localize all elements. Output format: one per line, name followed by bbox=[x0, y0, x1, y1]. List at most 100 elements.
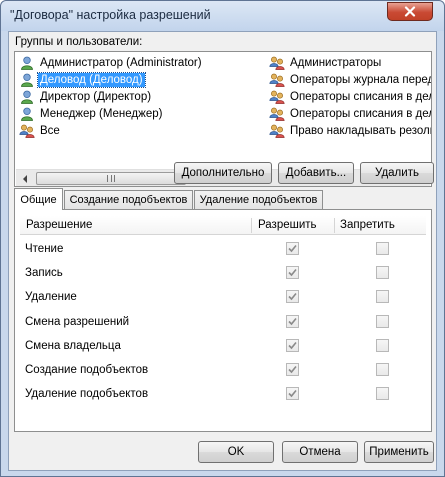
principal-item-label: Менеджер (Менеджер) bbox=[40, 107, 163, 120]
group-icon bbox=[269, 107, 285, 121]
permission-row: Удаление подобъектов bbox=[20, 380, 426, 404]
deny-checkbox[interactable] bbox=[376, 290, 389, 304]
user-icon bbox=[19, 56, 35, 71]
allow-checkbox[interactable] bbox=[286, 290, 299, 304]
groups-column: Администраторы Операторы журнала передач О… bbox=[269, 55, 431, 139]
group-list-item[interactable]: Операторы журнала передач bbox=[269, 72, 431, 89]
permission-row: Чтение bbox=[20, 235, 426, 259]
user-icon bbox=[19, 90, 35, 104]
permission-name: Смена разрешений bbox=[25, 315, 130, 328]
cancel-button[interactable]: Отмена bbox=[282, 441, 358, 463]
scroll-left-button[interactable] bbox=[16, 170, 33, 187]
group-icon bbox=[19, 124, 35, 138]
group-list-item[interactable]: Право накладывать резолюции bbox=[269, 122, 431, 139]
deny-checkbox[interactable] bbox=[376, 387, 389, 401]
allow-checkbox[interactable] bbox=[286, 362, 299, 376]
principal-list-item[interactable]: Менеджер (Менеджер) bbox=[19, 105, 259, 122]
permissions-dialog: "Договора" настройка разрешений Группы и… bbox=[0, 0, 445, 477]
checkmark-icon bbox=[288, 390, 297, 398]
tab-create-subobjects[interactable]: Создание подобъектов bbox=[64, 190, 193, 209]
principal-list-item[interactable]: Все bbox=[19, 122, 259, 139]
group-icon bbox=[269, 73, 285, 88]
checkmark-icon bbox=[288, 341, 297, 349]
deny-checkbox[interactable] bbox=[376, 242, 389, 255]
deny-checkbox[interactable] bbox=[376, 362, 389, 376]
permission-name: Смена владельца bbox=[25, 339, 121, 352]
user-icon bbox=[21, 107, 33, 121]
groups-label: Группы и пользователи: bbox=[15, 36, 143, 48]
grip-icon bbox=[107, 175, 115, 182]
group-item-label: Операторы списания в дело bbox=[290, 107, 431, 120]
principal-list-item[interactable]: Деловод (Деловод) bbox=[19, 72, 259, 89]
principal-item-label: Деловод (Деловод) bbox=[37, 72, 146, 89]
title-bar[interactable]: "Договора" настройка разрешений bbox=[1, 1, 444, 31]
user-icon bbox=[21, 56, 33, 71]
allow-checkbox[interactable] bbox=[286, 266, 299, 280]
allow-checkbox[interactable] bbox=[286, 338, 299, 352]
group-icon bbox=[269, 90, 285, 104]
group-icon bbox=[269, 57, 285, 71]
checkmark-icon bbox=[288, 293, 297, 301]
permissions-panel: Разрешение Разрешить Запретить Чтение Зап… bbox=[14, 209, 432, 432]
checkmark-icon bbox=[288, 317, 297, 325]
permissions-header: Разрешение Разрешить Запретить bbox=[20, 216, 426, 235]
scroll-thumb[interactable] bbox=[36, 172, 186, 185]
header-allow: Разрешить bbox=[258, 219, 317, 231]
tab-general[interactable]: Общие bbox=[14, 188, 63, 210]
close-button[interactable] bbox=[387, 2, 433, 21]
deny-checkbox[interactable] bbox=[376, 338, 389, 352]
group-item-label: Операторы журнала передач bbox=[290, 74, 431, 87]
group-icon bbox=[269, 73, 285, 88]
group-list-item[interactable]: Операторы списания в дело bbox=[269, 105, 431, 122]
principal-list-item[interactable]: Администратор (Administrator) bbox=[19, 55, 259, 72]
permissions-table: Разрешение Разрешить Запретить Чтение Зап… bbox=[20, 216, 426, 404]
checkmark-icon bbox=[288, 269, 297, 277]
permission-name: Чтение bbox=[25, 243, 64, 255]
permission-name: Создание подобъектов bbox=[25, 363, 149, 376]
group-icon bbox=[269, 56, 285, 71]
user-icon bbox=[21, 73, 33, 88]
group-icon bbox=[269, 124, 285, 138]
permission-row: Запись bbox=[20, 259, 426, 283]
add-button[interactable]: Добавить... bbox=[278, 162, 354, 184]
principal-item-label: Администратор (Administrator) bbox=[40, 57, 202, 70]
permissions-rows: Чтение Запись Удаление Смена разрешений Смен… bbox=[20, 235, 426, 404]
group-icon bbox=[269, 124, 285, 138]
checkmark-icon bbox=[288, 365, 297, 374]
group-icon bbox=[269, 107, 285, 121]
group-list-item[interactable]: Операторы списания в дело bbox=[269, 89, 431, 106]
group-item-label: Право накладывать резолюции bbox=[290, 124, 431, 137]
deny-checkbox[interactable] bbox=[376, 314, 389, 328]
allow-checkbox[interactable] bbox=[286, 314, 299, 328]
group-icon bbox=[19, 124, 35, 138]
tab-delete-subobjects[interactable]: Удаление подобъектов bbox=[194, 190, 323, 209]
header-permission: Разрешение bbox=[26, 219, 93, 231]
header-divider bbox=[334, 218, 335, 233]
group-icon bbox=[269, 90, 285, 104]
apply-button[interactable]: Применить bbox=[364, 441, 434, 463]
arrow-left-icon bbox=[22, 174, 27, 183]
deny-checkbox[interactable] bbox=[376, 266, 389, 280]
group-list-item[interactable]: Администраторы bbox=[269, 55, 431, 72]
header-divider bbox=[251, 218, 252, 233]
group-item-label: Администраторы bbox=[290, 57, 382, 70]
users-column: Администратор (Administrator) Деловод (Де… bbox=[19, 55, 259, 139]
permission-name: Запись bbox=[25, 267, 63, 280]
permission-row: Смена владельца bbox=[20, 332, 426, 356]
allow-checkbox[interactable] bbox=[286, 242, 299, 255]
user-icon bbox=[19, 73, 35, 88]
permission-name: Удаление подобъектов bbox=[25, 388, 149, 401]
remove-button[interactable]: Удалить bbox=[360, 162, 434, 184]
principal-list-item[interactable]: Директор (Директор) bbox=[19, 89, 259, 106]
header-deny: Запретить bbox=[340, 219, 395, 231]
permission-row: Смена разрешений bbox=[20, 308, 426, 332]
allow-checkbox[interactable] bbox=[286, 387, 299, 401]
ok-button[interactable]: OK bbox=[198, 441, 274, 463]
window-title: "Договора" настройка разрешений bbox=[10, 8, 211, 22]
user-icon bbox=[21, 90, 33, 104]
principal-item-label: Директор (Директор) bbox=[40, 90, 152, 103]
dialog-body: Группы и пользователи: Администратор (Ad… bbox=[8, 31, 437, 471]
advanced-button[interactable]: Дополнительно bbox=[174, 162, 272, 184]
close-icon bbox=[404, 6, 416, 17]
group-item-label: Операторы списания в дело bbox=[290, 90, 431, 103]
